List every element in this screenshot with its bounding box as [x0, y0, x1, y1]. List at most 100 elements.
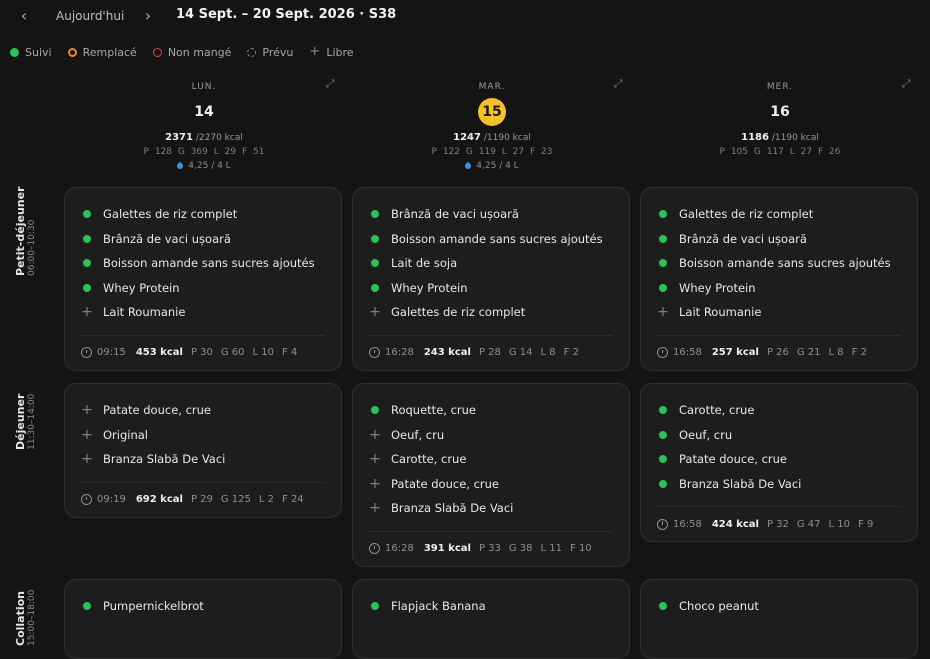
card-summary: 16:28 391 kcal P 33 G 38 L 11 F 10 [369, 532, 613, 566]
food-name: Boisson amande sans sucres ajoutés [391, 231, 603, 246]
food-item[interactable]: + Patate douce, crue [369, 472, 613, 497]
food-item[interactable]: + Carotte, crue [369, 447, 613, 472]
food-item[interactable]: + Lait Roumanie [81, 300, 325, 325]
plus-icon: + [369, 426, 381, 443]
macro-fat: L 11 [540, 543, 563, 554]
food-item[interactable]: Oeuf, cru [657, 423, 901, 448]
food-item[interactable]: Pumpernickelbrot [81, 594, 325, 619]
green-dot-icon [81, 283, 93, 292]
meal-card[interactable]: Galettes de riz complet Brânză de vaci uș… [640, 187, 918, 371]
water-drop-icon [464, 161, 473, 170]
water-drop-icon [176, 161, 185, 170]
food-item[interactable]: Boisson amande sans sucres ajoutés [81, 251, 325, 276]
day-number[interactable]: 14 [190, 98, 218, 126]
day-number-today[interactable]: 15 [478, 98, 506, 126]
food-name: Galettes de riz complet [679, 207, 814, 222]
filled-green-dot-icon [10, 47, 19, 57]
chevron-right-icon[interactable]: › [138, 6, 158, 26]
food-item[interactable]: Whey Protein [81, 276, 325, 301]
macro-protein: P 26 [766, 347, 789, 358]
green-dot-icon [657, 430, 669, 439]
meal-kcal: 424 kcal [711, 518, 759, 530]
food-name: Whey Protein [103, 280, 180, 295]
meal-time: 09:15 [97, 347, 126, 358]
food-item[interactable]: + Oeuf, cru [369, 423, 613, 448]
food-item[interactable]: Brânză de vaci ușoară [369, 202, 613, 227]
food-name: Lait de soja [391, 256, 458, 271]
food-item[interactable]: Galettes de riz complet [657, 202, 901, 227]
plus-icon: + [81, 402, 93, 419]
day-water: 4,25 / 4 L [64, 161, 344, 171]
food-name: Patate douce, crue [391, 476, 500, 491]
meal-time: 16:58 [673, 347, 702, 358]
today-button[interactable]: Aujourd'hui [46, 5, 134, 27]
food-item[interactable]: Lait de soja [369, 251, 613, 276]
green-dot-icon [657, 602, 669, 611]
food-item[interactable]: Brânză de vaci ușoară [657, 227, 901, 252]
day-name: MER. [766, 82, 794, 92]
chevron-left-icon[interactable]: ‹ [14, 6, 34, 26]
status-legend: Suivi Remplacé Non mangé Prévu + Libre [10, 44, 370, 60]
macro-carbs: G 125 [220, 494, 251, 505]
green-dot-icon [81, 602, 93, 611]
food-item[interactable]: + Patate douce, crue [81, 398, 325, 423]
meal-card[interactable]: Galettes de riz complet Brânză de vaci uș… [64, 187, 342, 371]
meal-card[interactable]: Choco peanut [640, 579, 918, 659]
legend-remplace: Remplacé [67, 46, 137, 59]
plus-icon: + [369, 451, 381, 468]
food-item[interactable]: Flapjack Banana [369, 594, 613, 619]
day-kcal: 2371 /2270 kcal [165, 132, 243, 143]
meal-card[interactable]: Roquette, crue + Oeuf, cru + Carotte, crue + P… [352, 383, 630, 567]
food-name: Whey Protein [391, 280, 468, 295]
meal-card[interactable]: Carotte, crue Oeuf, cru Patate douce, crue… [640, 383, 918, 542]
macro-fiber: F 24 [282, 494, 304, 505]
expand-icon[interactable]: ⤢ [900, 78, 912, 90]
food-item[interactable]: Roquette, crue [369, 398, 613, 423]
plus-icon: + [309, 44, 321, 59]
food-item[interactable]: + Branza Slabă De Vaci [369, 496, 613, 521]
macro-fiber: F 2 [851, 347, 867, 358]
food-item[interactable]: Boisson amande sans sucres ajoutés [657, 251, 901, 276]
food-item[interactable]: Carotte, crue [657, 398, 901, 423]
green-dot-icon [657, 210, 669, 219]
meal-time: 16:58 [673, 518, 702, 530]
meal-kcal: 243 kcal [423, 347, 471, 358]
food-item[interactable]: Galettes de riz complet [81, 202, 325, 227]
macro-protein: P 29 [190, 494, 213, 505]
food-name: Oeuf, cru [391, 427, 445, 442]
day-name: LUN. [191, 82, 217, 92]
day-number[interactable]: 16 [766, 98, 794, 126]
meal-card[interactable]: Brânză de vaci ușoară Boisson amande sans… [352, 187, 630, 371]
food-item[interactable]: + Branza Slabă De Vaci [81, 447, 325, 472]
legend-non-mange: Non mangé [152, 46, 231, 59]
expand-icon[interactable]: ⤢ [324, 78, 336, 90]
day-kcal: 1247 /1190 kcal [453, 132, 531, 143]
expand-icon[interactable]: ⤢ [612, 78, 624, 90]
day-kcal: 1186 /1190 kcal [741, 132, 819, 143]
meal-card[interactable]: + Patate douce, crue + Original + Branza Slab… [64, 383, 342, 518]
food-item[interactable]: Brânză de vaci ușoară [81, 227, 325, 252]
meal-card[interactable]: Pumpernickelbrot [64, 579, 342, 659]
macro-carbs: G 47 [796, 518, 821, 530]
meal-time: 16:28 [385, 347, 414, 358]
meal-card[interactable]: Flapjack Banana [352, 579, 630, 659]
food-item[interactable]: + Galettes de riz complet [369, 300, 613, 325]
food-item[interactable]: Patate douce, crue [657, 447, 901, 472]
food-item[interactable]: Whey Protein [369, 276, 613, 301]
red-circle-icon [152, 47, 162, 57]
food-item[interactable]: + Lait Roumanie [657, 300, 901, 325]
meal-kcal: 391 kcal [423, 543, 471, 554]
food-item[interactable]: Choco peanut [657, 594, 901, 619]
day-header-wed: ⤢ MER. 16 1186 /1190 kcal P 105 G 117 L … [640, 78, 920, 158]
green-dot-icon [657, 406, 669, 415]
macro-fat: L 8 [828, 347, 844, 358]
food-item[interactable]: Whey Protein [657, 276, 901, 301]
food-item[interactable]: Boisson amande sans sucres ajoutés [369, 227, 613, 252]
food-name: Branza Slabă De Vaci [103, 452, 226, 467]
green-dot-icon [369, 234, 381, 243]
food-item[interactable]: Branza Slabă De Vaci [657, 472, 901, 497]
food-item[interactable]: + Original [81, 423, 325, 448]
clock-icon [657, 518, 668, 530]
card-summary: 09:15 453 kcal P 30 G 60 L 10 F 4 [81, 336, 325, 370]
orange-ring-dot-icon [67, 47, 77, 57]
